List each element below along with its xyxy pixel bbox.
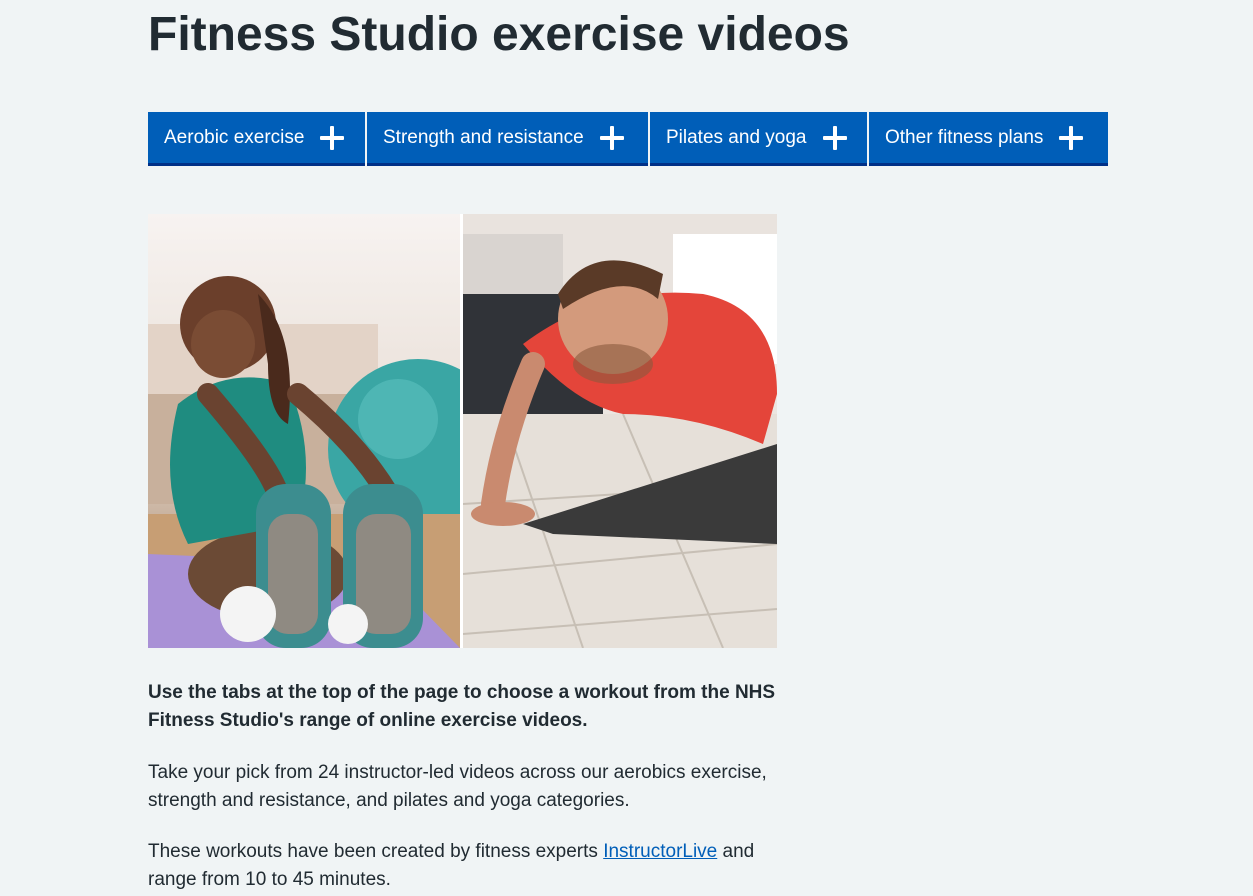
- credits-text-start: These workouts have been created by fitn…: [148, 841, 604, 862]
- intro-paragraph: Take your pick from 24 instructor-led vi…: [148, 762, 767, 811]
- intro-lead: Use the tabs at the top of the page to c…: [148, 682, 776, 731]
- plus-icon: [822, 125, 847, 150]
- plus-icon: [1059, 125, 1084, 150]
- tab-strength-and-resistance[interactable]: Strength and resistance: [367, 112, 648, 166]
- tab-label: Aerobic exercise: [164, 126, 305, 148]
- page-title: Fitness Studio exercise videos: [148, 8, 850, 61]
- page: Fitness Studio exercise videos Aerobic e…: [0, 0, 1253, 896]
- plus-icon: [599, 125, 624, 150]
- tab-pilates-and-yoga[interactable]: Pilates and yoga: [650, 112, 867, 166]
- tab-label: Other fitness plans: [885, 126, 1044, 148]
- stretching-woman-photo: [148, 214, 460, 648]
- hero-image: [148, 214, 777, 648]
- tab-other-fitness-plans[interactable]: Other fitness plans: [869, 112, 1108, 166]
- plus-icon: [320, 125, 345, 150]
- credits-paragraph: These workouts have been created by fitn…: [148, 838, 788, 894]
- tab-label: Strength and resistance: [383, 126, 584, 148]
- tab-aerobic-exercise[interactable]: Aerobic exercise: [148, 112, 365, 166]
- exercise-tabs: Aerobic exercise Strength and resistance…: [148, 112, 1108, 166]
- push-up-man-photo: [463, 214, 777, 648]
- instructorlive-link[interactable]: InstructorLive: [603, 841, 717, 862]
- tab-label: Pilates and yoga: [666, 126, 807, 148]
